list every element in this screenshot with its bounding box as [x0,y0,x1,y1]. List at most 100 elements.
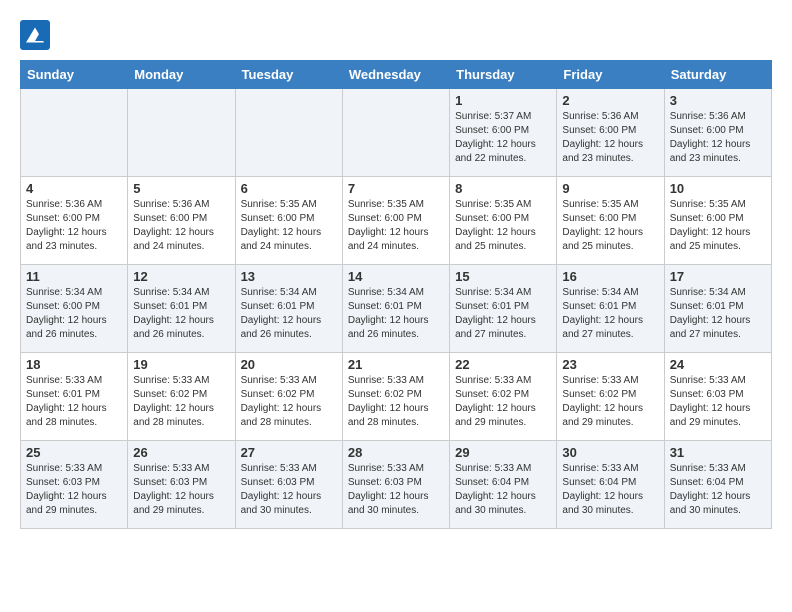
day-info: Sunrise: 5:33 AM Sunset: 6:03 PM Dayligh… [26,462,122,518]
calendar-cell: 1 Sunrise: 5:37 AM Sunset: 6:00 PM Daylig… [450,89,557,177]
day-info: Sunrise: 5:33 AM Sunset: 6:01 PM Dayligh… [26,374,122,430]
calendar-cell [21,89,128,177]
calendar-cell [235,89,342,177]
calendar-cell: 16Sunrise: 5:34 AM Sunset: 6:01 PM Dayli… [557,265,664,353]
week-row-2: 11 Sunrise: 5:34 AM Sunset: 6:00 PM Dayli… [21,265,772,353]
day-number: 2 [562,93,658,108]
day-info: Sunrise: 5:36 AM Sunset: 6:00 PM Dayligh… [26,198,122,254]
calendar-cell: 22 Sunrise: 5:33 AM Sunset: 6:02 PM Dayli… [450,353,557,441]
calendar-cell: 14 Sunrise: 5:34 AM Sunset: 6:01 PM Dayli… [342,265,449,353]
day-info: Sunrise: 5:36 AM Sunset: 6:00 PM Dayligh… [670,110,766,166]
day-number: 29 [455,445,551,460]
weekday-header-tuesday: Tuesday [235,61,342,89]
calendar-cell: 29 Sunrise: 5:33 AM Sunset: 6:04 PM Dayli… [450,441,557,529]
calendar-cell: 31 Sunrise: 5:33 AM Sunset: 6:04 PM Dayli… [664,441,771,529]
calendar-cell: 9 Sunrise: 5:35 AM Sunset: 6:00 PM Daylig… [557,177,664,265]
week-row-4: 25 Sunrise: 5:33 AM Sunset: 6:03 PM Dayli… [21,441,772,529]
day-info: Sunrise: 5:33 AM Sunset: 6:02 PM Dayligh… [455,374,551,430]
day-number: 24 [670,357,766,372]
day-info: Sunrise: 5:34 AM Sunset: 6:01 PM Dayligh… [348,286,444,342]
weekday-header-wednesday: Wednesday [342,61,449,89]
day-info: Sunrise: 5:33 AM Sunset: 6:03 PM Dayligh… [670,374,766,430]
day-info: Sunrise: 5:34 AM Sunset: 6:01 PM Dayligh… [670,286,766,342]
day-info: Sunrise: 5:33 AM Sunset: 6:03 PM Dayligh… [133,462,229,518]
calendar-cell: 26Sunrise: 5:33 AM Sunset: 6:03 PM Dayli… [128,441,235,529]
day-info: Sunrise: 5:33 AM Sunset: 6:02 PM Dayligh… [562,374,658,430]
day-info: Sunrise: 5:34 AM Sunset: 6:00 PM Dayligh… [26,286,122,342]
day-info: Sunrise: 5:35 AM Sunset: 6:00 PM Dayligh… [455,198,551,254]
day-number: 30 [562,445,658,460]
day-info: Sunrise: 5:36 AM Sunset: 6:00 PM Dayligh… [562,110,658,166]
day-info: Sunrise: 5:33 AM Sunset: 6:02 PM Dayligh… [241,374,337,430]
day-info: Sunrise: 5:35 AM Sunset: 6:00 PM Dayligh… [670,198,766,254]
day-number: 5 [133,181,229,196]
day-info: Sunrise: 5:35 AM Sunset: 6:00 PM Dayligh… [348,198,444,254]
day-number: 16 [562,269,658,284]
day-number: 7 [348,181,444,196]
day-number: 28 [348,445,444,460]
calendar-cell: 23 Sunrise: 5:33 AM Sunset: 6:02 PM Dayli… [557,353,664,441]
day-info: Sunrise: 5:35 AM Sunset: 6:00 PM Dayligh… [562,198,658,254]
calendar-table: SundayMondayTuesdayWednesdayThursdayFrid… [20,60,772,529]
calendar-cell: 3 Sunrise: 5:36 AM Sunset: 6:00 PM Daylig… [664,89,771,177]
day-number: 11 [26,269,122,284]
day-number: 1 [455,93,551,108]
day-number: 25 [26,445,122,460]
calendar-cell: 12 Sunrise: 5:34 AM Sunset: 6:01 PM Dayli… [128,265,235,353]
week-row-3: 18 Sunrise: 5:33 AM Sunset: 6:01 PM Dayli… [21,353,772,441]
calendar-cell: 11 Sunrise: 5:34 AM Sunset: 6:00 PM Dayli… [21,265,128,353]
calendar-cell: 25 Sunrise: 5:33 AM Sunset: 6:03 PM Dayli… [21,441,128,529]
day-info: Sunrise: 5:33 AM Sunset: 6:02 PM Dayligh… [348,374,444,430]
day-info: Sunrise: 5:33 AM Sunset: 6:03 PM Dayligh… [241,462,337,518]
day-info: Sunrise: 5:33 AM Sunset: 6:04 PM Dayligh… [455,462,551,518]
calendar-cell: 18 Sunrise: 5:33 AM Sunset: 6:01 PM Dayli… [21,353,128,441]
calendar-cell: 28 Sunrise: 5:33 AM Sunset: 6:03 PM Dayli… [342,441,449,529]
calendar-cell: 6 Sunrise: 5:35 AM Sunset: 6:00 PM Daylig… [235,177,342,265]
day-number: 14 [348,269,444,284]
day-number: 13 [241,269,337,284]
calendar-cell: 10Sunrise: 5:35 AM Sunset: 6:00 PM Dayli… [664,177,771,265]
day-info: Sunrise: 5:33 AM Sunset: 6:04 PM Dayligh… [562,462,658,518]
calendar-cell: 19Sunrise: 5:33 AM Sunset: 6:02 PM Dayli… [128,353,235,441]
calendar-cell: 5Sunrise: 5:36 AM Sunset: 6:00 PM Daylig… [128,177,235,265]
day-number: 23 [562,357,658,372]
calendar-cell [342,89,449,177]
page-header [20,20,772,50]
day-info: Sunrise: 5:33 AM Sunset: 6:03 PM Dayligh… [348,462,444,518]
day-number: 6 [241,181,337,196]
day-info: Sunrise: 5:35 AM Sunset: 6:00 PM Dayligh… [241,198,337,254]
calendar-cell: 21 Sunrise: 5:33 AM Sunset: 6:02 PM Dayli… [342,353,449,441]
day-number: 22 [455,357,551,372]
calendar-cell: 2 Sunrise: 5:36 AM Sunset: 6:00 PM Daylig… [557,89,664,177]
weekday-header-thursday: Thursday [450,61,557,89]
day-number: 8 [455,181,551,196]
day-info: Sunrise: 5:37 AM Sunset: 6:00 PM Dayligh… [455,110,551,166]
day-number: 18 [26,357,122,372]
calendar-cell: 8 Sunrise: 5:35 AM Sunset: 6:00 PM Daylig… [450,177,557,265]
calendar-cell: 13 Sunrise: 5:34 AM Sunset: 6:01 PM Dayli… [235,265,342,353]
day-info: Sunrise: 5:34 AM Sunset: 6:01 PM Dayligh… [241,286,337,342]
day-info: Sunrise: 5:33 AM Sunset: 6:04 PM Dayligh… [670,462,766,518]
logo [20,20,54,50]
day-number: 31 [670,445,766,460]
day-number: 20 [241,357,337,372]
day-number: 3 [670,93,766,108]
day-info: Sunrise: 5:33 AM Sunset: 6:02 PM Dayligh… [133,374,229,430]
logo-icon [20,20,50,50]
day-number: 21 [348,357,444,372]
weekday-header-monday: Monday [128,61,235,89]
day-number: 12 [133,269,229,284]
calendar-cell: 24 Sunrise: 5:33 AM Sunset: 6:03 PM Dayli… [664,353,771,441]
day-number: 4 [26,181,122,196]
calendar-cell: 4 Sunrise: 5:36 AM Sunset: 6:00 PM Daylig… [21,177,128,265]
weekday-header-sunday: Sunday [21,61,128,89]
day-number: 27 [241,445,337,460]
calendar-cell: 7 Sunrise: 5:35 AM Sunset: 6:00 PM Daylig… [342,177,449,265]
week-row-1: 4 Sunrise: 5:36 AM Sunset: 6:00 PM Daylig… [21,177,772,265]
day-info: Sunrise: 5:34 AM Sunset: 6:01 PM Dayligh… [133,286,229,342]
day-number: 9 [562,181,658,196]
day-number: 15 [455,269,551,284]
weekday-header-friday: Friday [557,61,664,89]
day-info: Sunrise: 5:34 AM Sunset: 6:01 PM Dayligh… [455,286,551,342]
day-number: 17 [670,269,766,284]
